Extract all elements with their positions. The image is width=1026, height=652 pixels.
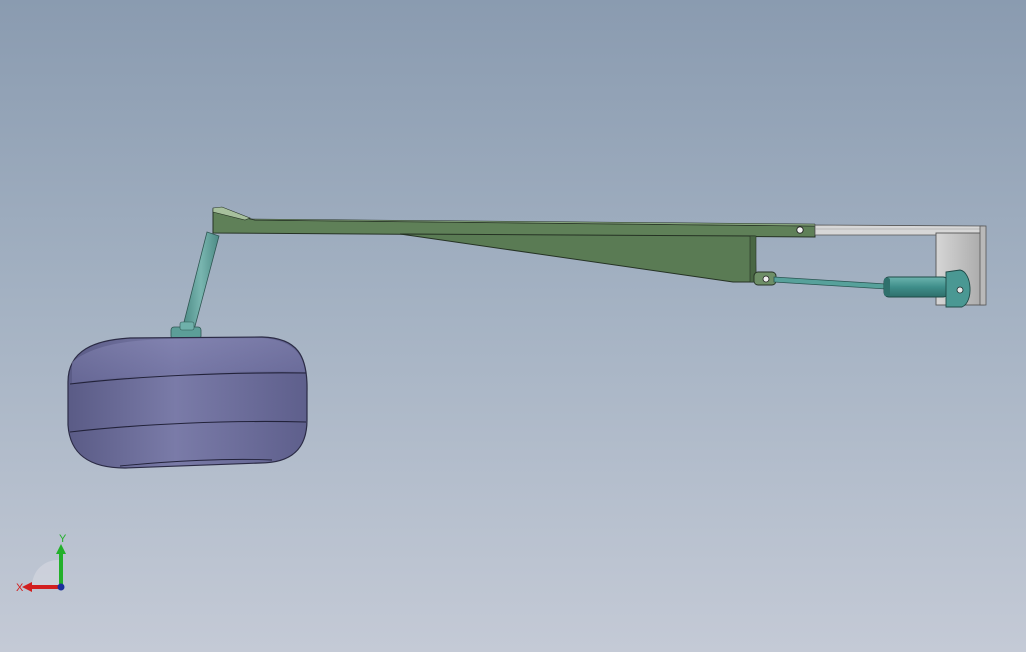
boom-arm[interactable] (212, 206, 816, 283)
float-arm-rod[interactable] (182, 231, 220, 331)
float-body[interactable] (67, 336, 308, 469)
graphics-viewport[interactable]: Y X (0, 0, 1026, 652)
x-axis-label: X (16, 582, 24, 594)
cylinder-end-mount[interactable] (945, 269, 971, 308)
lower-pivot-lug[interactable] (753, 271, 777, 286)
x-axis-arrowhead (22, 582, 32, 592)
cad-model-scene[interactable] (0, 0, 1026, 652)
hydraulic-cylinder[interactable] (883, 276, 949, 298)
z-axis-dot (57, 583, 65, 591)
piston-rod[interactable] (773, 276, 887, 290)
y-axis-label: Y (59, 533, 67, 545)
coordinate-triad: Y X (16, 533, 67, 594)
float-connector[interactable] (170, 321, 202, 340)
triad-arc-icon (31, 559, 60, 586)
y-axis-arrowhead (56, 544, 66, 554)
